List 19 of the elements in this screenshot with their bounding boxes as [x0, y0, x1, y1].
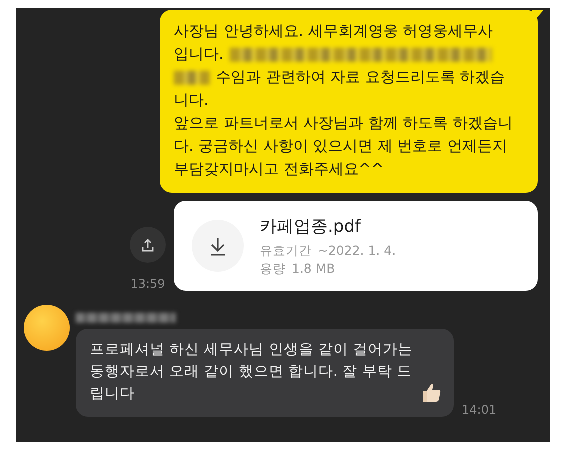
message-text: 수임과 관련하여 자료 요청드리도록 하겠습 — [216, 67, 506, 88]
meta-label: 유효기간 — [260, 242, 312, 260]
meta-value: 1.8 MB — [292, 260, 336, 278]
file-name: 카페업종.pdf — [260, 216, 362, 238]
download-icon — [208, 236, 228, 256]
avatar[interactable] — [24, 305, 70, 351]
message-text: 입니다. — [174, 44, 224, 65]
message-text: 사장님 안녕하세요. 세무회계영웅 허영웅세무사 — [174, 21, 494, 42]
thumbs-up-icon — [420, 382, 442, 404]
blurred-text — [174, 70, 210, 84]
share-button[interactable] — [130, 227, 166, 263]
share-icon — [141, 238, 155, 252]
meta-label: 용량 — [260, 260, 286, 278]
message-text: 프로페셔널 하신 세무사님 인생을 같이 걸어가는 동행자로서 오래 같이 했으면 합니다. 잘 부탁 드립니다 — [90, 341, 414, 404]
meta-value: ~2022. 1. 4. — [318, 242, 396, 260]
message-time: 14:01 — [462, 403, 497, 417]
file-card[interactable]: 카페업종.pdf 유효기간 ~2022. 1. 4. 용량 1.8 MB — [174, 201, 538, 291]
message-time: 13:59 — [130, 277, 166, 291]
message-text: 니다. 앞으로 파트너로서 사장님과 함께 하도록 하겠습니다. 궁금하신 사항이 있으시면 제 번호로 언제든지 부담갖지마시고 전화주세요^^ — [174, 90, 514, 180]
